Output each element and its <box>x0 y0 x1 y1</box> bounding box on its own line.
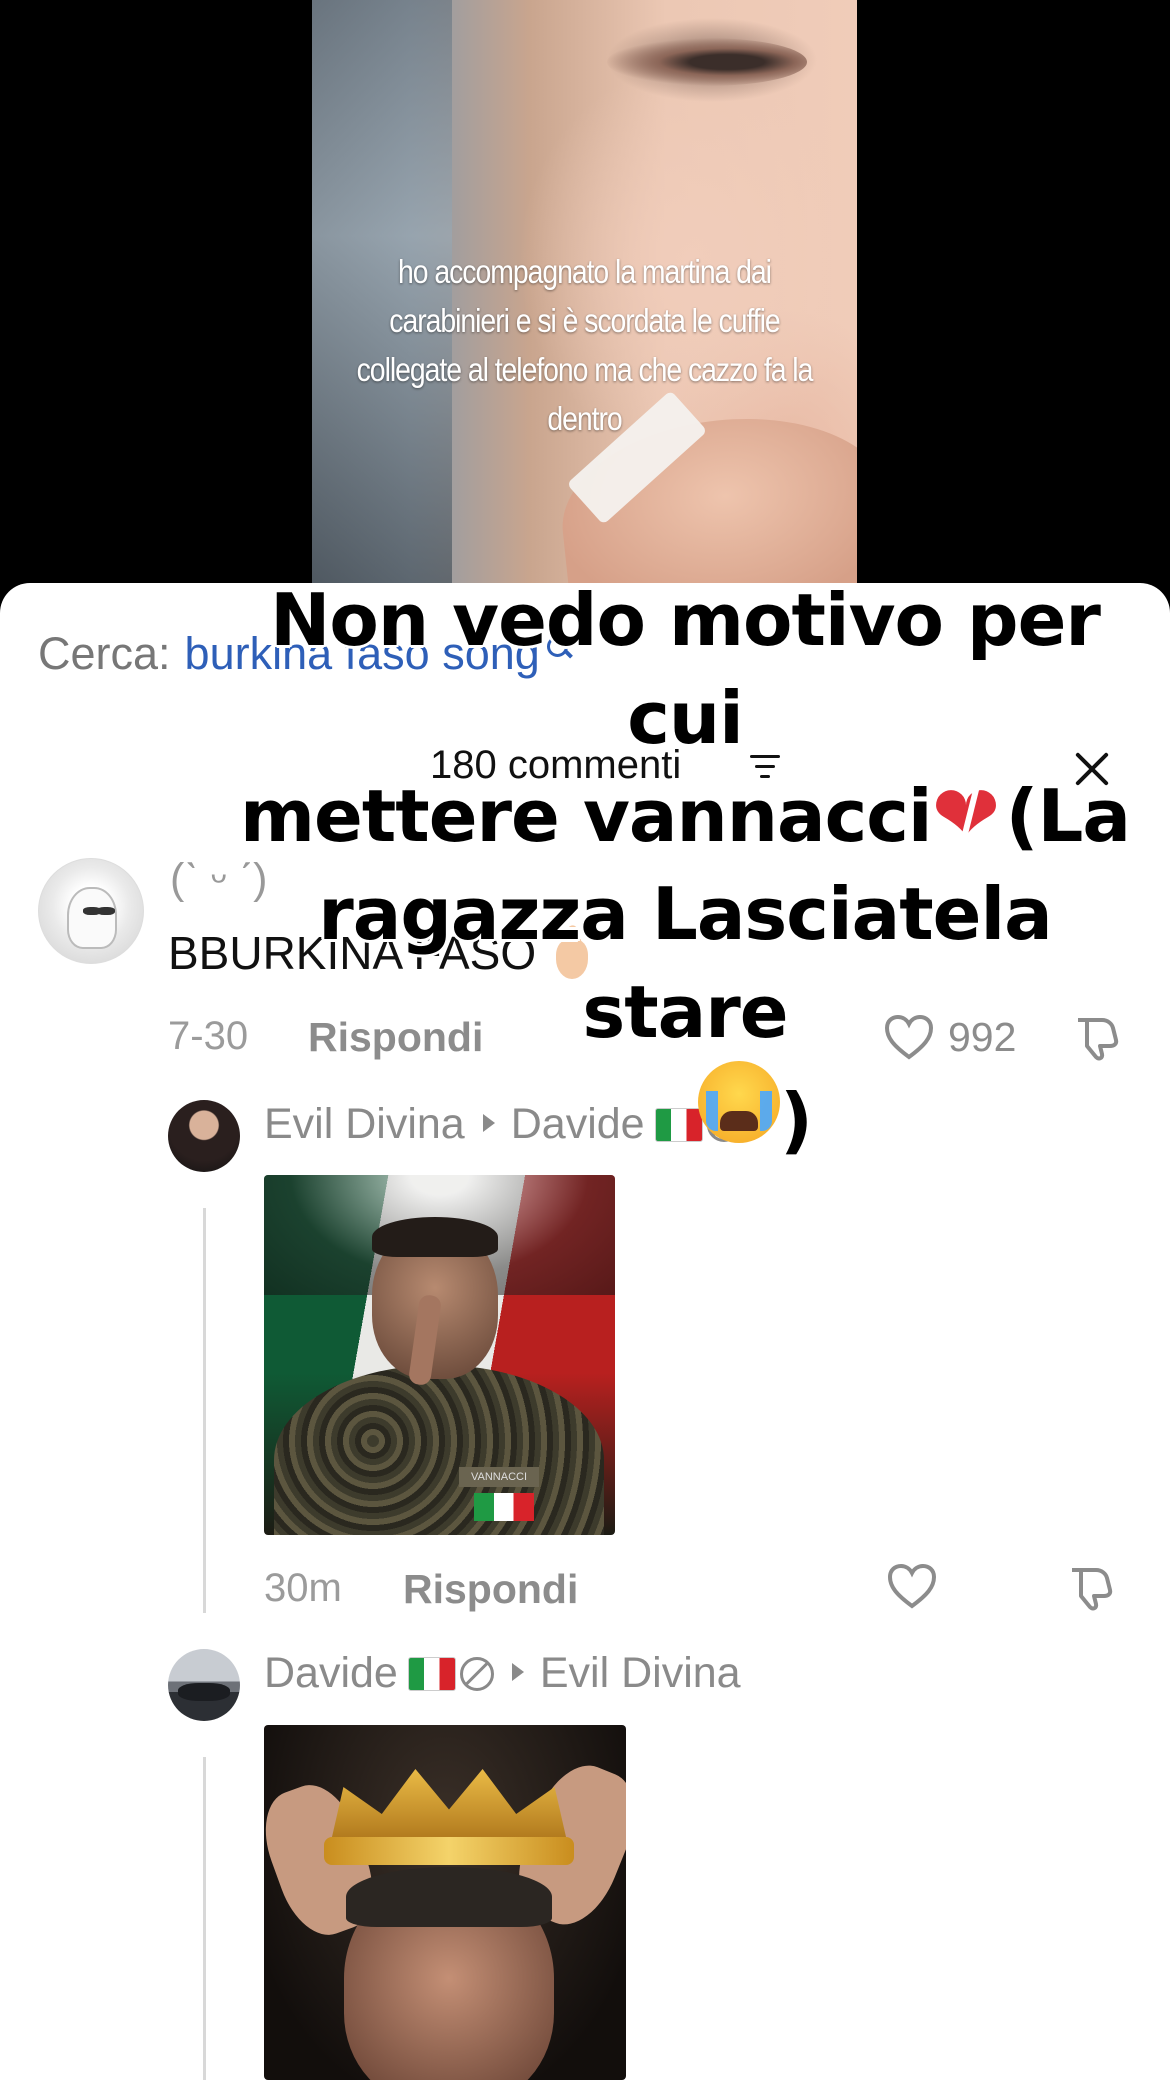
image-hair <box>346 1867 552 1927</box>
reply-button[interactable]: Rispondi <box>403 1566 578 1613</box>
video-player[interactable]: ho accompagnato la martina dai carabinie… <box>0 0 1170 590</box>
reply-date: 30m <box>264 1566 342 1610</box>
no-sign-icon <box>459 1657 494 1691</box>
overlay-line-text: mettere vannacci <box>240 774 933 858</box>
reply-image[interactable] <box>264 1725 626 2080</box>
search-label: Cerca: <box>38 628 171 679</box>
image-crown-band <box>324 1837 574 1865</box>
avatar[interactable] <box>38 858 144 964</box>
reply-username[interactable]: Davide <box>264 1649 398 1697</box>
thread-line <box>203 1208 206 1613</box>
overlay-line: ragazza Lasciatela stare <box>318 872 1052 1054</box>
italy-flag-icon <box>407 1657 456 1691</box>
overlay-line: mettere vannacci (La <box>220 767 1150 865</box>
image-uniform <box>274 1365 604 1535</box>
overlay-line: ) <box>360 1061 1150 1169</box>
video-caption: ho accompagnato la martina dai carabinie… <box>356 253 814 437</box>
overlay-line-text: (La <box>1005 774 1131 858</box>
dislike-icon[interactable] <box>1066 1562 1116 1612</box>
reply-image[interactable]: VANNACCI <box>264 1175 615 1535</box>
reply-avatar[interactable] <box>168 1649 240 1721</box>
reply-arrow-icon <box>511 1663 524 1681</box>
overlay-line: Non vedo motivo per cui <box>270 578 1101 760</box>
video-overlay-text: Non vedo motivo per cui mettere vannacci… <box>220 571 1150 1169</box>
image-flag-patch <box>474 1493 534 1521</box>
image-hair <box>372 1217 498 1257</box>
video-eye <box>607 38 807 86</box>
crying-face-icon <box>698 1061 781 1143</box>
reply-username-line: Davide Evil Divina <box>264 1649 741 1698</box>
overlay-line-text: ) <box>780 1078 813 1162</box>
like-icon[interactable] <box>887 1563 937 1609</box>
thread-line <box>203 1757 206 2080</box>
reply-to-username[interactable]: Evil Divina <box>540 1649 741 1697</box>
broken-heart-icon <box>932 767 1006 865</box>
name-tape: VANNACCI <box>459 1467 539 1487</box>
